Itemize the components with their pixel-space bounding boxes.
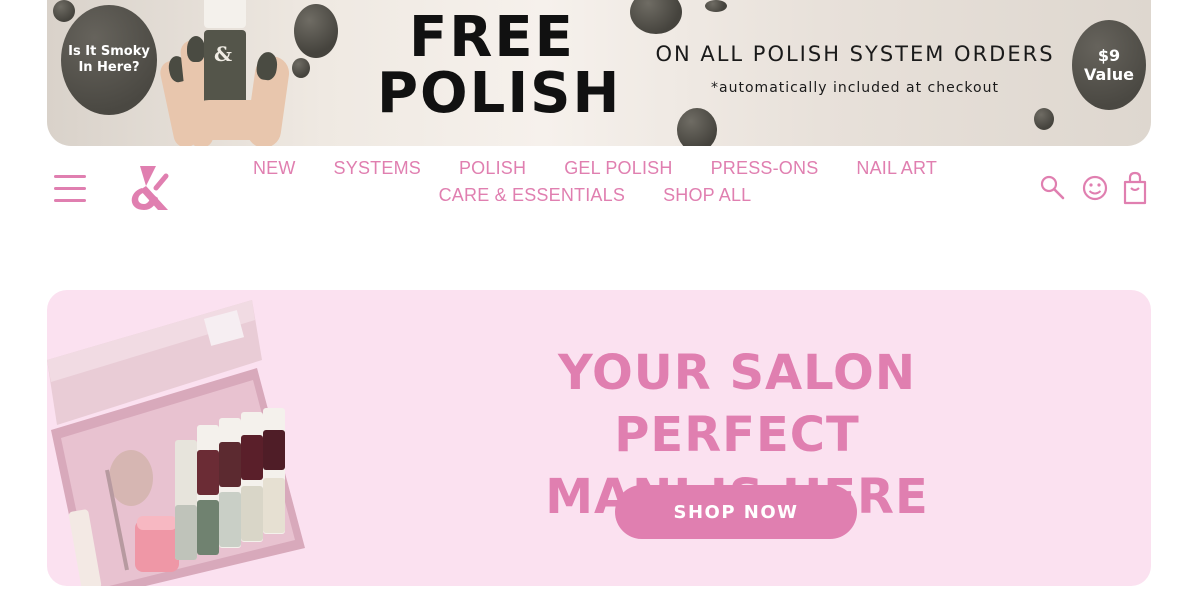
main-navigation: NEW SYSTEMS POLISH GEL POLISH PRESS-ONS … [0,150,1200,220]
nav-link-new[interactable]: NEW [253,158,296,179]
shop-now-button[interactable]: SHOP NOW [615,485,857,539]
value-badge-label: Value [1083,65,1135,84]
value-badge-amount: $9 [1097,46,1121,65]
nav-link-shop-all[interactable]: SHOP ALL [663,185,751,206]
value-badge: $9 Value [1072,20,1146,110]
nav-link-polish[interactable]: POLISH [459,158,526,179]
decorative-dot [705,0,727,12]
bottle-logo-mark: & [214,42,233,66]
hand-with-polish-image: & [158,0,299,146]
decorative-dot [630,0,682,34]
free-polish-headline: FREE POLISH [377,5,622,126]
nav-link-systems[interactable]: SYSTEMS [334,158,421,179]
decorative-dot [294,4,338,58]
headline-line1: FREE [409,5,575,70]
hamburger-icon[interactable] [54,175,86,203]
ampersand-logo[interactable] [126,164,170,210]
search-icon[interactable] [1038,170,1068,206]
smoky-badge-line2: In Here? [78,60,140,75]
nav-link-gel-polish[interactable]: GEL POLISH [564,158,672,179]
nav-icons [1038,170,1150,206]
offer-text: ON ALL POLISH SYSTEM ORDERS [655,42,1055,66]
nav-links: NEW SYSTEMS POLISH GEL POLISH PRESS-ONS … [185,158,1005,206]
bag-icon[interactable] [1120,170,1150,206]
account-icon[interactable] [1080,170,1110,206]
hero-banner: YOUR SALON PERFECT MANI IS HERE SHOP NOW [47,290,1151,586]
decorative-dot [677,108,717,146]
decorative-dot [1034,108,1054,130]
nail-kit-product-image [47,300,305,586]
hero-title-line1: YOUR SALON PERFECT [557,345,917,463]
decorative-dot [53,0,75,22]
promo-banner[interactable]: Is It Smoky In Here? & FREE POLISH ON AL… [47,0,1151,146]
nav-link-care-essentials[interactable]: CARE & ESSENTIALS [439,185,625,206]
smoky-badge: Is It Smoky In Here? [61,5,157,115]
offer-note: *automatically included at checkout [711,80,999,96]
nav-link-nail-art[interactable]: NAIL ART [856,158,937,179]
headline-line2: POLISH [377,61,622,126]
nav-link-press-ons[interactable]: PRESS-ONS [711,158,819,179]
smoky-badge-line1: Is It Smoky [68,44,150,59]
